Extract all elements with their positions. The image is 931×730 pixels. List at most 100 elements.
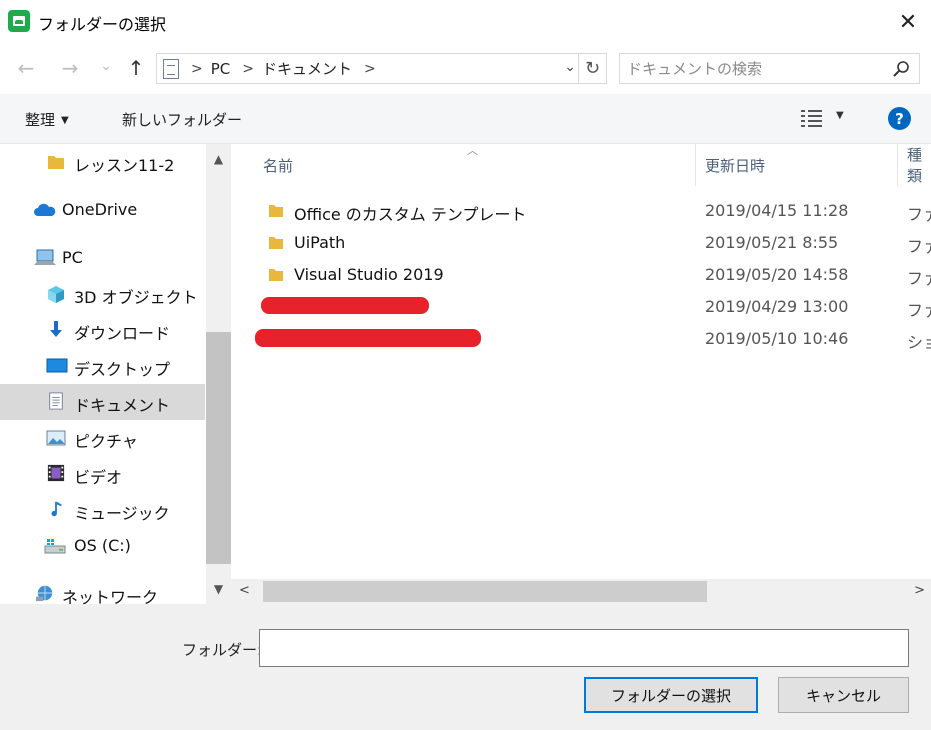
table-row-redacted[interactable]: 2019/04/29 13:00 ファ bbox=[231, 291, 931, 323]
address-bar[interactable]: > PC > ドキュメント > ⌄ ↻ bbox=[156, 53, 607, 84]
column-header-date-modified[interactable]: 更新日時 bbox=[705, 144, 765, 186]
document-location-icon bbox=[163, 58, 179, 79]
file-date: 2019/05/10 10:46 bbox=[705, 329, 849, 348]
sidebar-item-desktop[interactable]: デスクトップ bbox=[0, 348, 205, 384]
folder-icon bbox=[269, 205, 283, 217]
sidebar-item-pictures[interactable]: ピクチャ bbox=[0, 420, 205, 456]
file-type: ショ bbox=[907, 333, 931, 352]
file-list-horizontal-scrollbar[interactable]: < > bbox=[231, 579, 931, 604]
picture-icon bbox=[46, 430, 66, 446]
details-view-icon[interactable] bbox=[801, 109, 823, 127]
sidebar-item-lesson-11-2[interactable]: レッスン11-2 bbox=[0, 144, 205, 180]
sidebar-item-os-c[interactable]: OS (C:) bbox=[0, 528, 205, 564]
sidebar-item-label: OneDrive bbox=[62, 200, 138, 219]
select-folder-button[interactable]: フォルダーの選択 bbox=[584, 677, 758, 713]
search-icon[interactable] bbox=[892, 60, 910, 78]
column-divider[interactable] bbox=[897, 144, 898, 186]
column-divider[interactable] bbox=[695, 144, 696, 186]
scrollbar-thumb[interactable] bbox=[206, 332, 231, 564]
refresh-icon[interactable]: ↻ bbox=[578, 54, 606, 83]
back-arrow-icon[interactable]: ← bbox=[12, 54, 40, 82]
navigation-bar: ← → ⌄ ↑ > PC > ドキュメント > ⌄ ↻ bbox=[0, 44, 931, 94]
title-bar: フォルダーの選択 ✕ bbox=[0, 0, 931, 44]
sidebar-item-music[interactable]: ミュージック bbox=[0, 492, 205, 528]
caret-down-icon: ▼ bbox=[61, 115, 69, 126]
sidebar-item-label: ピクチャ bbox=[74, 432, 138, 451]
chevron-right-icon[interactable]: > bbox=[242, 61, 254, 77]
sidebar-item-videos[interactable]: ビデオ bbox=[0, 456, 205, 492]
file-date: 2019/04/15 11:28 bbox=[705, 201, 849, 220]
file-name: Office のカスタム テンプレート bbox=[294, 205, 527, 224]
search-input[interactable] bbox=[620, 54, 880, 83]
view-options-caret-icon[interactable]: ▼ bbox=[836, 110, 844, 121]
close-button[interactable]: ✕ bbox=[885, 0, 931, 44]
document-icon bbox=[49, 392, 63, 410]
file-name: Visual Studio 2019 bbox=[294, 265, 444, 284]
sidebar-item-downloads[interactable]: ダウンロード bbox=[0, 312, 205, 348]
sidebar-item-label: OS (C:) bbox=[74, 536, 131, 555]
dialog-footer: フォルダー: フォルダーの選択 キャンセル bbox=[0, 604, 931, 730]
folder-icon bbox=[48, 156, 64, 169]
sort-ascending-icon: ︿ bbox=[467, 144, 478, 157]
search-box[interactable] bbox=[619, 53, 920, 84]
sidebar-item-network[interactable]: ネットワーク bbox=[0, 576, 205, 604]
scroll-right-icon[interactable]: > bbox=[914, 583, 925, 598]
file-name: UiPath bbox=[294, 233, 346, 252]
sidebar-item-label: PC bbox=[62, 248, 83, 267]
table-row[interactable]: UiPath 2019/05/21 8:55 ファ bbox=[231, 227, 931, 259]
sidebar-item-label: ネットワーク bbox=[62, 588, 159, 604]
folder-icon bbox=[269, 237, 283, 249]
cloud-icon bbox=[34, 203, 56, 216]
computer-icon bbox=[34, 249, 56, 265]
sidebar-item-pc[interactable]: PC bbox=[0, 240, 205, 276]
help-icon[interactable]: ? bbox=[888, 107, 911, 130]
window-title: フォルダーの選択 bbox=[38, 15, 167, 34]
drive-icon bbox=[44, 539, 66, 554]
sidebar-item-label: レッスン11-2 bbox=[74, 156, 175, 175]
scroll-down-icon[interactable]: ▼ bbox=[206, 574, 231, 604]
file-date: 2019/05/20 14:58 bbox=[705, 265, 849, 284]
file-list: ︿ 名前 更新日時 種類 Office のカスタム テンプレート 2019/04… bbox=[231, 144, 931, 604]
music-icon bbox=[51, 501, 62, 517]
file-date: 2019/05/21 8:55 bbox=[705, 233, 839, 252]
sidebar-item-label: ビデオ bbox=[74, 468, 123, 487]
folder-field-label: フォルダー: bbox=[182, 641, 263, 659]
table-row[interactable]: Visual Studio 2019 2019/05/20 14:58 ファ bbox=[231, 259, 931, 291]
navigation-pane-scrollbar[interactable]: ▲ ▼ bbox=[206, 144, 231, 604]
file-type: ファ bbox=[907, 205, 931, 224]
chevron-right-icon[interactable]: > bbox=[364, 61, 376, 77]
file-type: ファ bbox=[907, 237, 931, 256]
chevron-right-icon[interactable]: > bbox=[191, 61, 203, 77]
command-bar: 整理 ▼ 新しいフォルダー ▼ ? bbox=[0, 94, 931, 144]
sidebar-item-label: 3D オブジェクト bbox=[74, 288, 198, 307]
column-header-name[interactable]: 名前 bbox=[263, 144, 293, 186]
folder-field[interactable] bbox=[259, 629, 909, 667]
up-arrow-icon[interactable]: ↑ bbox=[122, 54, 150, 82]
column-header-type[interactable]: 種類 bbox=[907, 144, 931, 186]
scroll-left-icon[interactable]: < bbox=[239, 583, 250, 598]
scrollbar-thumb[interactable] bbox=[263, 581, 707, 602]
chevron-down-icon[interactable]: ⌄ bbox=[564, 59, 576, 75]
sidebar-item-documents[interactable]: ドキュメント bbox=[0, 384, 205, 420]
breadcrumb-pc[interactable]: PC bbox=[211, 60, 231, 78]
forward-arrow-icon[interactable]: → bbox=[56, 54, 84, 82]
sidebar-item-label: ミュージック bbox=[74, 504, 170, 523]
table-row[interactable]: Office のカスタム テンプレート 2019/04/15 11:28 ファ bbox=[231, 195, 931, 227]
download-icon bbox=[50, 321, 62, 337]
organize-label: 整理 bbox=[25, 111, 56, 129]
sidebar-item-label: ドキュメント bbox=[74, 396, 171, 415]
network-icon bbox=[36, 585, 53, 602]
recent-locations-icon[interactable]: ⌄ bbox=[92, 52, 120, 80]
app-picture-icon bbox=[8, 10, 30, 32]
file-type: ファ bbox=[907, 301, 931, 320]
sidebar-item-3d-objects[interactable]: 3D オブジェクト bbox=[0, 276, 205, 312]
cube-icon bbox=[48, 286, 64, 303]
navigation-pane: レッスン11-2 OneDrive PC 3D オブジェクト ダウンロード デス… bbox=[0, 144, 231, 604]
breadcrumb-documents[interactable]: ドキュメント bbox=[262, 58, 352, 79]
cancel-button[interactable]: キャンセル bbox=[778, 677, 909, 713]
scroll-up-icon[interactable]: ▲ bbox=[206, 144, 231, 174]
new-folder-button[interactable]: 新しいフォルダー bbox=[122, 109, 242, 130]
organize-button[interactable]: 整理 ▼ bbox=[25, 109, 69, 130]
table-row-redacted[interactable]: 2019/05/10 10:46 ショ bbox=[231, 323, 931, 355]
sidebar-item-onedrive[interactable]: OneDrive bbox=[0, 192, 205, 228]
